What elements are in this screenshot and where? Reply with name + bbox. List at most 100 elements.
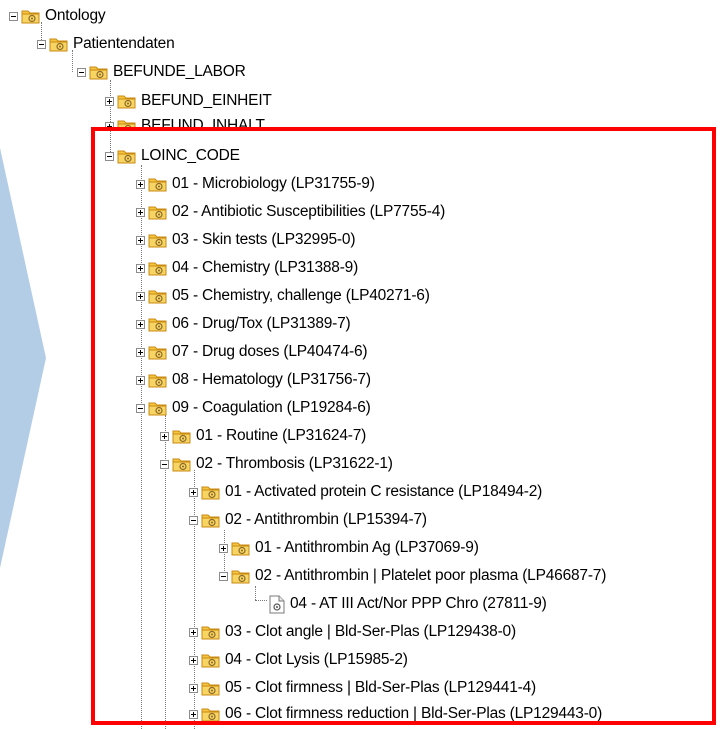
tree-node-ontology[interactable]: Ontology [9, 3, 106, 29]
folder-icon [172, 430, 191, 444]
tree-node-antithrombin-ag[interactable]: 01 - Antithrombin Ag (LP37069-9) [219, 535, 479, 561]
folder-icon [201, 654, 220, 668]
expand-toggle-icon[interactable] [189, 487, 198, 497]
tree-node-label: BEFUND_EINHEIT [141, 92, 272, 109]
tree-node-label: 06 - Clot firmness reduction | Bld-Ser-P… [225, 705, 603, 722]
tree-node-label: 02 - Antibiotic Susceptibilities (LP7755… [172, 203, 446, 220]
tree-node-antithrombin-platelet-poor-plasma[interactable]: 02 - Antithrombin | Platelet poor plasma… [219, 563, 606, 589]
expand-toggle-icon[interactable] [105, 121, 114, 127]
tree-node-befund-inhalt[interactable]: BEFUND_INHALT [105, 113, 265, 127]
tree-node-befund-einheit[interactable]: BEFUND_EINHEIT [105, 88, 272, 114]
tree-node-chemistry-challenge[interactable]: 05 - Chemistry, challenge (LP40271-6) [136, 283, 430, 309]
folder-icon [117, 150, 136, 164]
tree-node-label: 04 - AT III Act/Nor PPP Chro (27811-9) [290, 595, 547, 612]
folder-icon [201, 514, 220, 528]
ontology-tree: Ontology Patientendaten BEFUNDE_LABOR BE… [0, 0, 726, 729]
tree-node-label: 05 - Clot firmness | Bld-Ser-Plas (LP129… [225, 679, 536, 696]
tree-node-label: 05 - Chemistry, challenge (LP40271-6) [172, 287, 430, 304]
collapse-toggle-icon[interactable] [77, 67, 86, 77]
tree-node-label: 02 - Antithrombin | Platelet poor plasma… [255, 567, 607, 584]
collapse-toggle-icon[interactable] [37, 39, 46, 49]
tree-node-label: BEFUNDE_LABOR [113, 63, 246, 80]
tree-node-skin-tests[interactable]: 03 - Skin tests (LP32995-0) [136, 227, 355, 253]
expand-toggle-icon[interactable] [105, 96, 114, 106]
tree-node-patientendaten[interactable]: Patientendaten [37, 31, 175, 57]
expand-toggle-icon[interactable] [136, 347, 145, 357]
tree-node-antibiotic-susceptibilities[interactable]: 02 - Antibiotic Susceptibilities (LP7755… [136, 199, 445, 225]
folder-icon [231, 570, 250, 584]
tree-node-label: 01 - Antithrombin Ag (LP37069-9) [255, 539, 479, 556]
folder-icon [117, 120, 136, 127]
tree-node-routine[interactable]: 01 - Routine (LP31624-7) [160, 423, 366, 449]
tree-node-label: 03 - Clot angle | Bld-Ser-Plas (LP129438… [225, 623, 516, 640]
folder-icon [21, 10, 40, 24]
folder-icon [49, 38, 68, 52]
tree-node-clot-angle[interactable]: 03 - Clot angle | Bld-Ser-Plas (LP129438… [189, 619, 516, 645]
expand-toggle-icon[interactable] [136, 235, 145, 245]
tree-node-clot-firmness[interactable]: 05 - Clot firmness | Bld-Ser-Plas (LP129… [189, 675, 536, 701]
tree-node-coagulation[interactable]: 09 - Coagulation (LP19284-6) [136, 395, 371, 421]
tree-node-clot-firmness-reduction[interactable]: 06 - Clot firmness reduction | Bld-Ser-P… [189, 701, 602, 727]
expand-toggle-icon[interactable] [219, 543, 228, 553]
tree-node-clot-lysis[interactable]: 04 - Clot Lysis (LP15985-2) [189, 647, 408, 673]
folder-icon [148, 318, 167, 332]
tree-node-drug-tox[interactable]: 06 - Drug/Tox (LP31389-7) [136, 311, 351, 337]
collapse-toggle-icon[interactable] [219, 571, 228, 581]
tree-node-label: 01 - Microbiology (LP31755-9) [172, 175, 375, 192]
expand-toggle-icon[interactable] [189, 683, 198, 693]
tree-node-thrombosis[interactable]: 02 - Thrombosis (LP31622-1) [160, 451, 393, 477]
tree-node-label: Ontology [45, 7, 106, 24]
expand-toggle-icon[interactable] [136, 319, 145, 329]
folder-icon [201, 708, 220, 722]
folder-icon [148, 262, 167, 276]
folder-icon [231, 542, 250, 556]
tree-node-label: 01 - Activated protein C resistance (LP1… [225, 483, 543, 500]
expand-toggle-icon[interactable] [136, 291, 145, 301]
tree-node-loinc-code[interactable]: LOINC_CODE [105, 143, 240, 169]
folder-icon [201, 486, 220, 500]
folder-icon [117, 95, 136, 109]
tree-node-befunde-labor[interactable]: BEFUNDE_LABOR [77, 59, 246, 85]
expand-toggle-icon[interactable] [136, 179, 145, 189]
expand-toggle-icon[interactable] [160, 431, 169, 441]
tree-node-hematology[interactable]: 08 - Hematology (LP31756-7) [136, 367, 371, 393]
tree-node-label: 07 - Drug doses (LP40474-6) [172, 343, 368, 360]
folder-icon [89, 66, 108, 80]
collapse-toggle-icon[interactable] [9, 11, 18, 21]
collapse-toggle-icon[interactable] [136, 403, 145, 413]
folder-icon [201, 682, 220, 696]
collapse-toggle-icon[interactable] [189, 515, 198, 525]
tree-node-drug-doses[interactable]: 07 - Drug doses (LP40474-6) [136, 339, 368, 365]
expand-toggle-icon[interactable] [189, 655, 198, 665]
collapse-toggle-icon[interactable] [105, 151, 114, 161]
tree-node-label: 06 - Drug/Tox (LP31389-7) [172, 315, 351, 332]
tree-node-at-iii-act[interactable]: 04 - AT III Act/Nor PPP Chro (27811-9) [268, 591, 547, 617]
folder-icon [148, 290, 167, 304]
folder-icon [201, 626, 220, 640]
expand-toggle-icon[interactable] [136, 375, 145, 385]
tree-node-label: Patientendaten [73, 35, 175, 52]
tree-node-antithrombin[interactable]: 02 - Antithrombin (LP15394-7) [189, 507, 427, 533]
tree-node-label: 04 - Chemistry (LP31388-9) [172, 259, 359, 276]
tree-node-label: 01 - Routine (LP31624-7) [196, 427, 367, 444]
tree-node-microbiology[interactable]: 01 - Microbiology (LP31755-9) [136, 171, 375, 197]
expand-toggle-icon[interactable] [136, 263, 145, 273]
folder-icon [172, 458, 191, 472]
tree-node-label: 02 - Thrombosis (LP31622-1) [196, 455, 393, 472]
expand-toggle-icon[interactable] [136, 207, 145, 217]
tree-node-label: 02 - Antithrombin (LP15394-7) [225, 511, 427, 528]
folder-icon [148, 206, 167, 220]
collapse-toggle-icon[interactable] [160, 459, 169, 469]
folder-icon [148, 178, 167, 192]
tree-connector [255, 600, 267, 601]
expand-toggle-icon[interactable] [189, 709, 198, 719]
tree-node-activated-protein-c[interactable]: 01 - Activated protein C resistance (LP1… [189, 479, 542, 505]
folder-icon [148, 346, 167, 360]
tree-node-chemistry[interactable]: 04 - Chemistry (LP31388-9) [136, 255, 358, 281]
expand-toggle-icon[interactable] [189, 627, 198, 637]
folder-icon [148, 402, 167, 416]
tree-node-label: 03 - Skin tests (LP32995-0) [172, 231, 356, 248]
document-icon [269, 595, 285, 613]
folder-icon [148, 234, 167, 248]
tree-node-label: 09 - Coagulation (LP19284-6) [172, 399, 371, 416]
